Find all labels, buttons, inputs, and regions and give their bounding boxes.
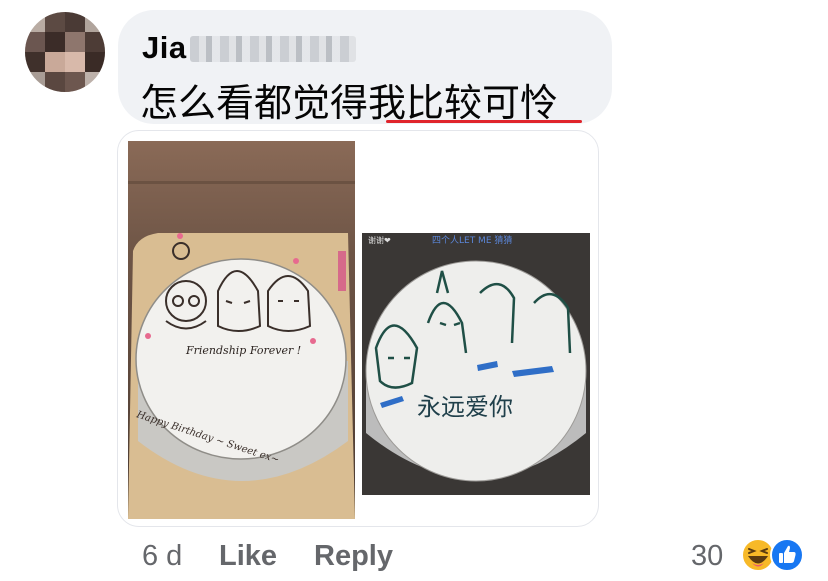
commenter-avatar[interactable] (25, 12, 105, 92)
reply-button[interactable]: Reply (314, 540, 393, 573)
author-name[interactable]: Jia (142, 30, 187, 66)
cake-photo-left[interactable]: Friendship Forever ! Happy Birthday ~ Sw… (128, 141, 355, 519)
cake-photo-right[interactable]: 四个人LET ME 猜猜 谢谢❤ 永远爱你 (362, 233, 590, 495)
author-name-redacted (190, 36, 356, 62)
reaction-count[interactable]: 30 (691, 540, 723, 573)
comment-attachment[interactable]: Friendship Forever ! Happy Birthday ~ Sw… (117, 130, 599, 527)
photo-top-label: 四个人LET ME 猜猜 (432, 234, 512, 246)
like-button[interactable]: Like (219, 540, 277, 573)
like-thumb-icon[interactable] (769, 537, 805, 573)
cake-message-right: 永远爱你 (417, 393, 513, 421)
photo-corner-label: 谢谢❤ (368, 235, 391, 245)
comment-timestamp[interactable]: 6 d (142, 540, 182, 573)
comment-text: 怎么看都觉得我比较可怜 (140, 81, 559, 125)
highlight-underline (386, 120, 582, 123)
comment-bubble: Jia 怎么看都觉得我比较可怜 (118, 10, 612, 125)
cake-message-left: Friendship Forever ! (185, 344, 301, 357)
